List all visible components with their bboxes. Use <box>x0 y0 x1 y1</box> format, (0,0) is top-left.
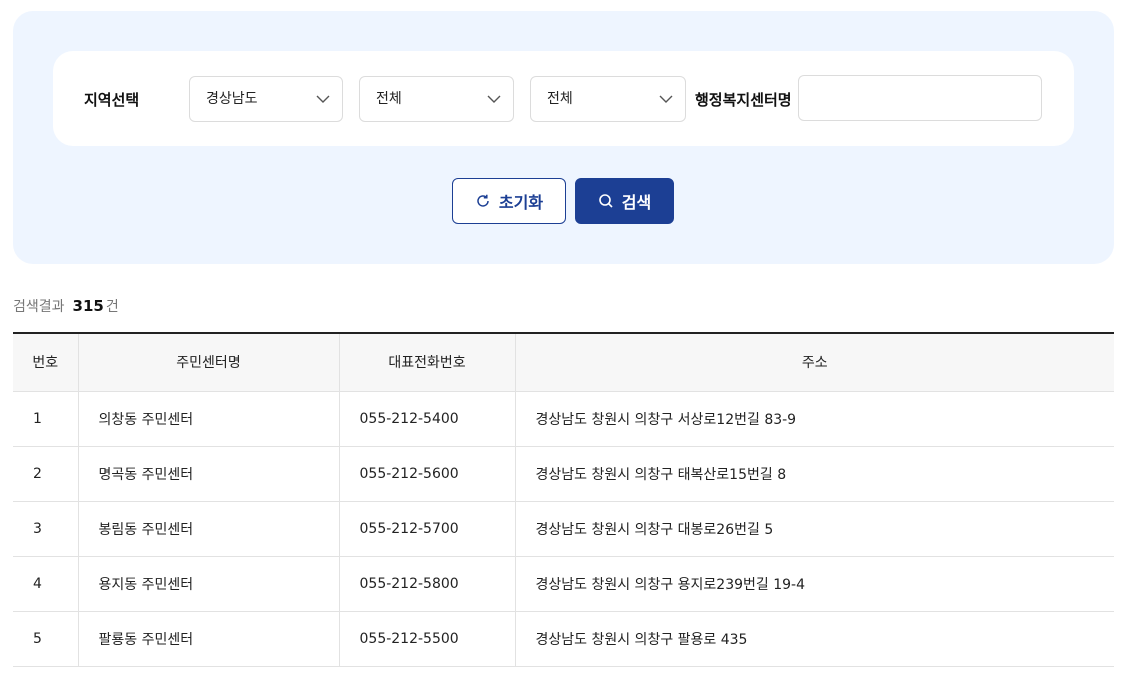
cell-number: 3 <box>13 501 79 557</box>
result-count: 315 <box>72 297 104 315</box>
header-address: 주소 <box>515 333 1114 392</box>
result-summary: 검색결과 315 건 <box>13 296 119 316</box>
chevron-down-icon <box>487 95 501 103</box>
cell-phone: 055-212-5700 <box>339 501 516 557</box>
table-row[interactable]: 5 팔룡동 주민센터 055-212-5500 경상남도 창원시 의창구 팔용로… <box>13 611 1114 667</box>
table-row[interactable]: 2 명곡동 주민센터 055-212-5600 경상남도 창원시 의창구 태복산… <box>13 446 1114 502</box>
result-label: 검색결과 <box>13 299 65 315</box>
cell-address: 경상남도 창원시 의창구 대봉로26번길 5 <box>515 501 1114 557</box>
district-select-value: 전체 <box>547 91 573 107</box>
table-header-row: 번호 주민센터명 대표전화번호 주소 <box>13 333 1114 392</box>
cell-center-name: 팔룡동 주민센터 <box>78 611 340 667</box>
result-unit: 건 <box>105 299 119 315</box>
cell-number: 2 <box>13 446 79 502</box>
cell-number: 1 <box>13 391 79 447</box>
search-icon <box>598 194 613 208</box>
refresh-icon <box>477 194 489 207</box>
cell-center-name: 명곡동 주민센터 <box>78 446 340 502</box>
chevron-down-icon <box>659 95 673 103</box>
cell-phone: 055-212-5600 <box>339 446 516 502</box>
table-row[interactable]: 3 봉림동 주민센터 055-212-5700 경상남도 창원시 의창구 대봉로… <box>13 501 1114 557</box>
filter-box: 지역선택 경상남도 전체 전체 행정복지센터명 <box>53 51 1074 146</box>
chevron-down-icon <box>316 95 330 103</box>
table-row[interactable]: 1 의창동 주민센터 055-212-5400 경상남도 창원시 의창구 서상로… <box>13 391 1114 447</box>
cell-center-name: 용지동 주민센터 <box>78 556 340 612</box>
header-center-name: 주민센터명 <box>78 333 340 392</box>
cell-address: 경상남도 창원시 의창구 용지로239번길 19-4 <box>515 556 1114 612</box>
search-panel: 지역선택 경상남도 전체 전체 행정복지센터명 초기화 검색 <box>13 11 1114 264</box>
province-select-value: 경상남도 <box>206 91 258 107</box>
cell-phone: 055-212-5500 <box>339 611 516 667</box>
reset-button-label: 초기화 <box>498 193 544 212</box>
center-name-label: 행정복지센터명 <box>695 91 792 109</box>
center-name-input[interactable] <box>798 75 1042 121</box>
cell-address: 경상남도 창원시 의창구 팔용로 435 <box>515 611 1114 667</box>
search-button[interactable]: 검색 <box>575 178 674 224</box>
region-label: 지역선택 <box>84 91 140 109</box>
cell-phone: 055-212-5800 <box>339 556 516 612</box>
table-row[interactable]: 4 용지동 주민센터 055-212-5800 경상남도 창원시 의창구 용지로… <box>13 556 1114 612</box>
cell-center-name: 의창동 주민센터 <box>78 391 340 447</box>
city-select-value: 전체 <box>376 91 402 107</box>
reset-button[interactable]: 초기화 <box>452 178 566 224</box>
province-select[interactable]: 경상남도 <box>189 76 343 122</box>
cell-number: 4 <box>13 556 79 612</box>
cell-center-name: 봉림동 주민센터 <box>78 501 340 557</box>
cell-number: 5 <box>13 611 79 667</box>
city-select[interactable]: 전체 <box>359 76 514 122</box>
search-button-label: 검색 <box>621 193 652 212</box>
cell-phone: 055-212-5400 <box>339 391 516 447</box>
district-select[interactable]: 전체 <box>530 76 686 122</box>
header-number: 번호 <box>13 333 79 392</box>
cell-address: 경상남도 창원시 의창구 태복산로15번길 8 <box>515 446 1114 502</box>
cell-address: 경상남도 창원시 의창구 서상로12번길 83-9 <box>515 391 1114 447</box>
header-phone: 대표전화번호 <box>339 333 516 392</box>
results-table: 번호 주민센터명 대표전화번호 주소 1 의창동 주민센터 055-212-54… <box>13 332 1114 667</box>
